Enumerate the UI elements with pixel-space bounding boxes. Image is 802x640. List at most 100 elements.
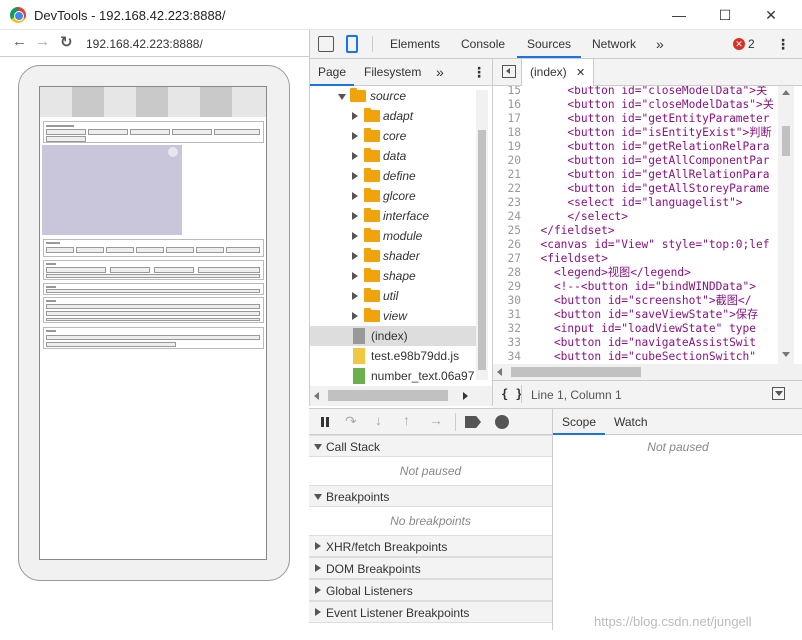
expand-arrow-right-icon[interactable] — [352, 252, 358, 260]
back-arrow-icon[interactable]: ← — [12, 33, 27, 50]
scroll-left-icon[interactable] — [497, 368, 502, 376]
scroll-left-icon[interactable] — [314, 392, 319, 400]
close-window-button[interactable]: ✕ — [748, 0, 794, 30]
scroll-right-icon[interactable] — [463, 392, 468, 400]
page-input[interactable] — [46, 335, 260, 340]
tree-scrollbar-thumb[interactable] — [478, 130, 486, 370]
expand-arrow-right-icon[interactable] — [352, 292, 358, 300]
code-line[interactable]: 31 <button id="saveViewState">保存 — [493, 308, 793, 322]
code-line[interactable]: 15 <button id="closeModelData">关 — [493, 86, 793, 98]
line-number[interactable]: 24 — [493, 210, 521, 224]
page-button[interactable] — [46, 129, 86, 135]
tree-folder[interactable]: define — [310, 166, 478, 186]
pretty-print-icon[interactable]: { } — [501, 387, 523, 401]
line-number[interactable]: 29 — [493, 280, 521, 294]
section-header[interactable]: Global Listeners — [309, 579, 552, 601]
minimize-button[interactable]: — — [656, 0, 702, 30]
scroll-up-icon[interactable] — [782, 90, 790, 95]
page-button[interactable] — [76, 247, 104, 253]
page-input[interactable] — [46, 289, 260, 293]
pause-icon-bar[interactable] — [321, 417, 324, 427]
code-line[interactable]: 18 <button id="isEntityExist">判断 — [493, 126, 793, 140]
tree-folder[interactable]: interface — [310, 206, 478, 226]
code-line[interactable]: 21 <button id="getAllRelationPara — [493, 168, 793, 182]
code-line[interactable]: 32 <input id="loadViewState" type — [493, 322, 793, 336]
line-number[interactable]: 30 — [493, 294, 521, 308]
page-button[interactable] — [106, 247, 134, 253]
line-number[interactable]: 17 — [493, 112, 521, 126]
step-out-icon[interactable]: ↑ — [403, 412, 410, 428]
line-number[interactable]: 34 — [493, 350, 521, 364]
page-input[interactable] — [46, 342, 176, 347]
code-line[interactable]: 17 <button id="getEntityParameter — [493, 112, 793, 126]
page-button[interactable] — [214, 129, 260, 135]
page-button[interactable] — [46, 136, 86, 142]
code-line[interactable]: 26 <canvas id="View" style="top:0;lef — [493, 238, 793, 252]
code-line[interactable]: 27 <fieldset> — [493, 252, 793, 266]
step-icon[interactable]: → — [429, 412, 443, 428]
expand-arrow-down-icon[interactable] — [314, 494, 322, 500]
phone-screen[interactable] — [39, 86, 267, 560]
scroll-down-icon[interactable] — [782, 352, 790, 357]
page-input[interactable] — [46, 267, 106, 273]
page-button[interactable] — [172, 129, 212, 135]
tree-folder[interactable]: shape — [310, 266, 478, 286]
url-text[interactable]: 192.168.42.223:8888/ — [86, 37, 203, 51]
section-header[interactable]: Event Listener Breakpoints — [309, 601, 552, 623]
page-input[interactable] — [46, 318, 260, 321]
tab-filesystem[interactable]: Filesystem — [364, 59, 421, 86]
tab-page[interactable]: Page — [310, 59, 355, 86]
expand-arrow-right-icon[interactable] — [352, 312, 358, 320]
line-number[interactable]: 27 — [493, 252, 521, 266]
tree-folder[interactable]: data — [310, 146, 478, 166]
devtools-menu-icon[interactable]: ⋮ — [776, 36, 790, 53]
expand-arrow-right-icon[interactable] — [352, 232, 358, 240]
code-horizontal-scrollbar[interactable] — [493, 364, 802, 380]
pause-icon[interactable] — [326, 417, 329, 427]
tab-watch[interactable]: Watch — [614, 409, 648, 435]
page-button[interactable] — [130, 129, 170, 135]
tree-folder[interactable]: glcore — [310, 186, 478, 206]
reload-icon[interactable]: ↻ — [60, 33, 73, 51]
line-number[interactable]: 25 — [493, 224, 521, 238]
line-number[interactable]: 15 — [493, 86, 521, 98]
code-line[interactable]: 16 <button id="closeModelDatas">关 — [493, 98, 793, 112]
page-button[interactable] — [226, 247, 260, 253]
error-count[interactable]: 2 — [748, 37, 755, 51]
expand-arrow-right-icon[interactable] — [352, 272, 358, 280]
tab-sources[interactable]: Sources — [517, 30, 582, 58]
code-line[interactable]: 19 <button id="getRelationRelPara — [493, 140, 793, 154]
error-icon[interactable]: ✕ — [733, 38, 745, 50]
more-tabs-icon[interactable]: » — [656, 30, 664, 58]
page-input[interactable] — [110, 267, 150, 273]
step-over-icon[interactable]: ↷ — [345, 413, 357, 430]
tab-console[interactable]: Console — [461, 30, 505, 58]
line-number[interactable]: 32 — [493, 322, 521, 336]
line-number[interactable]: 19 — [493, 140, 521, 154]
line-number[interactable]: 21 — [493, 168, 521, 182]
inspect-element-icon[interactable] — [318, 36, 334, 52]
expand-arrow-right-icon[interactable] — [352, 152, 358, 160]
deactivate-breakpoints-icon[interactable] — [465, 416, 481, 428]
device-toolbar-icon[interactable] — [346, 35, 358, 53]
tree-hscroll-thumb[interactable] — [328, 390, 448, 401]
line-number[interactable]: 26 — [493, 238, 521, 252]
editor-tab-index[interactable]: (index) ✕ — [521, 59, 595, 86]
code-scrollbar-thumb[interactable] — [782, 126, 790, 156]
page-button[interactable] — [196, 247, 224, 253]
code-line[interactable]: 23 <select id="languagelist"> — [493, 196, 793, 210]
tab-scope[interactable]: Scope — [553, 409, 606, 435]
tree-folder[interactable]: adapt — [310, 106, 478, 126]
close-tab-icon[interactable]: ✕ — [576, 67, 585, 79]
page-input[interactable] — [46, 274, 260, 278]
page-button[interactable] — [46, 247, 74, 253]
code-line[interactable]: 28 <legend>视图</legend> — [493, 266, 793, 280]
section-header[interactable]: DOM Breakpoints — [309, 557, 552, 579]
view-canvas[interactable] — [42, 145, 182, 235]
tab-elements[interactable]: Elements — [390, 30, 440, 58]
expand-arrow-right-icon[interactable] — [315, 586, 321, 594]
expand-arrow-right-icon[interactable] — [352, 212, 358, 220]
line-number[interactable]: 28 — [493, 266, 521, 280]
code-line[interactable]: 30 <button id="screenshot">截图</ — [493, 294, 793, 308]
expand-arrow-right-icon[interactable] — [352, 192, 358, 200]
